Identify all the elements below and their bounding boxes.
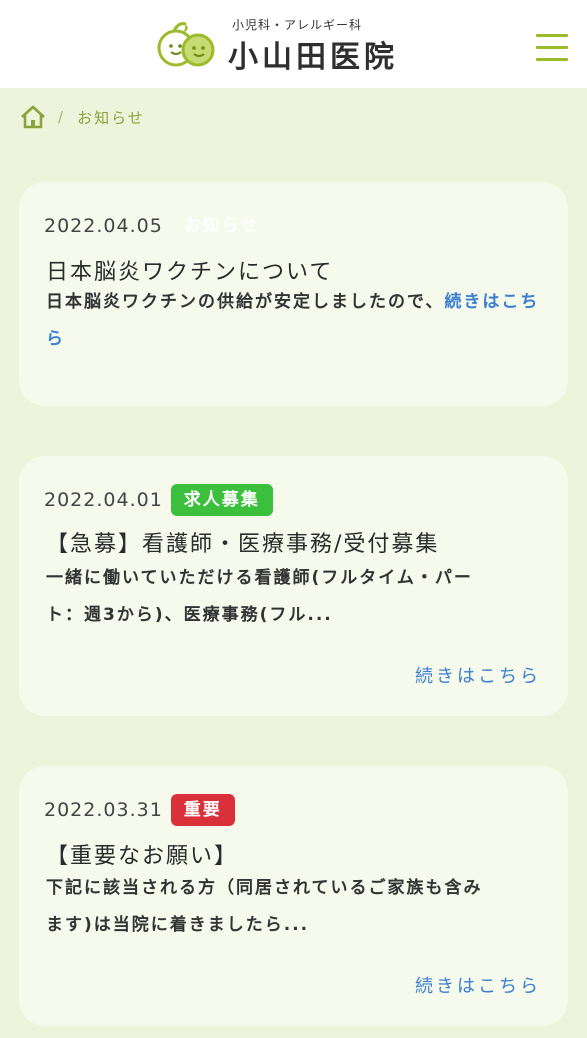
post-excerpt: 日本脳炎ワクチンの供給が安定しましたので、続きはこちら [46, 284, 546, 358]
hamburger-menu-icon [536, 34, 568, 37]
post-excerpt-line: ます)は当院に着きましたら... [46, 915, 310, 935]
site-header: 小児科・アレルギー科 小山田医院 [0, 0, 587, 88]
post-excerpt: 一緒に働いていただける看護師(フルタイム・パー ト：週3から)、医療事務(フル.… [46, 560, 546, 634]
news-card[interactable]: 2022.04.05 お知らせ 日本脳炎ワクチンについて 日本脳炎ワクチンの供給… [19, 182, 568, 406]
read-more-link[interactable]: 続きはこちら [415, 972, 541, 998]
post-date: 2022.04.01 [44, 489, 163, 511]
home-icon[interactable] [20, 105, 46, 129]
post-date: 2022.03.31 [44, 799, 163, 821]
category-badge: 求人募集 [170, 484, 273, 516]
post-title[interactable]: 【急募】看護師・医療事務/受付募集 [46, 526, 439, 558]
card-meta: 2022.04.05 お知らせ [44, 209, 272, 243]
post-date: 2022.04.05 [44, 215, 163, 237]
breadcrumb-separator: / [58, 108, 66, 126]
breadcrumb: / お知らせ [20, 104, 145, 130]
read-more-link[interactable]: 続きはこちら [415, 662, 541, 688]
logo-subtitle: 小児科・アレルギー科 [232, 18, 363, 32]
hamburger-menu-icon [536, 58, 568, 61]
category-badge: お知らせ [183, 216, 260, 236]
hamburger-menu-icon [536, 46, 568, 49]
post-excerpt-line: 下記に該当される方（同居されているご家族も含み [46, 878, 483, 898]
logo-title: 小山田医院 [228, 40, 398, 75]
card-meta: 2022.04.01 求人募集 [44, 483, 273, 517]
card-meta: 2022.03.31 重要 [44, 793, 235, 827]
post-title[interactable]: 【重要なお願い】 [46, 838, 238, 870]
logo-faces-icon [157, 22, 215, 67]
post-excerpt: 下記に該当される方（同居されているご家族も含み ます)は当院に着きましたら... [46, 870, 546, 944]
post-excerpt-text: 日本脳炎ワクチンの供給が安定しましたので、 [46, 292, 445, 312]
news-card[interactable]: 2022.04.01 求人募集 【急募】看護師・医療事務/受付募集 一緒に働いて… [19, 456, 568, 716]
category-badge: 重要 [170, 794, 235, 826]
news-card[interactable]: 2022.03.31 重要 【重要なお願い】 下記に該当される方（同居されている… [19, 766, 568, 1026]
breadcrumb-current: お知らせ [77, 108, 145, 127]
post-excerpt-line: ト：週3から)、医療事務(フル... [46, 605, 333, 625]
post-title[interactable]: 日本脳炎ワクチンについて [46, 254, 333, 286]
site-logo[interactable]: 小児科・アレルギー科 小山田医院 [156, 14, 416, 75]
post-excerpt-line: 一緒に働いていただける看護師(フルタイム・パー [46, 568, 473, 588]
hamburger-menu-button[interactable] [536, 34, 568, 62]
